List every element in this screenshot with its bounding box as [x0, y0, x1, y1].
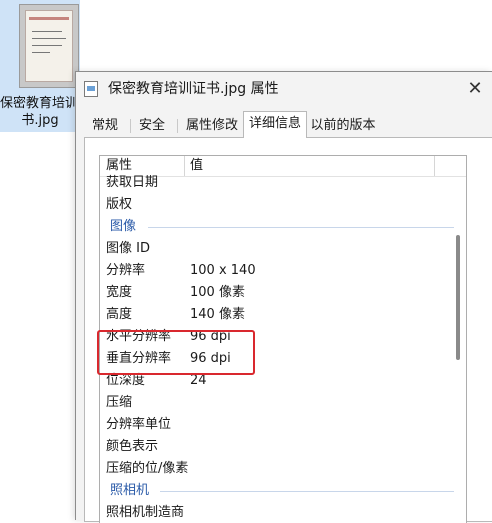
property-name: 图像 ID	[106, 241, 150, 256]
property-name: 版权	[106, 197, 133, 212]
property-name: 宽度	[106, 285, 133, 300]
file-name-line1: 保密教育培训证	[0, 96, 80, 111]
tab-previous-versions[interactable]: 以前的版本	[310, 115, 376, 137]
image-file-icon	[84, 81, 98, 97]
file-name-label: 保密教育培训证 书.jpg	[0, 95, 80, 129]
list-scrollbar[interactable]	[456, 235, 460, 360]
tab-attribute-modify[interactable]: 属性修改	[184, 115, 240, 137]
property-value: 140 像素	[190, 307, 245, 322]
property-value: 96 dpi	[190, 329, 231, 344]
dialog-titlebar[interactable]: 保密教育培训证书.jpg 属性 ✕	[76, 72, 492, 106]
list-item[interactable]: 宽度 100 像素	[100, 282, 466, 304]
list-item[interactable]: 水平分辨率 96 dpi	[100, 326, 466, 348]
property-name: 水平分辨率	[106, 329, 172, 344]
group-label: 照相机	[110, 483, 150, 498]
file-thumbnail	[19, 4, 79, 88]
property-name: 获取日期	[106, 175, 159, 190]
property-name: 照相机制造商	[106, 505, 185, 520]
tab-details[interactable]: 详细信息	[243, 111, 307, 138]
property-name: 颜色表示	[106, 439, 159, 454]
tab-general[interactable]: 常规	[90, 115, 120, 137]
list-item[interactable]: 垂直分辨率 96 dpi	[100, 348, 466, 370]
list-item[interactable]: 高度 140 像素	[100, 304, 466, 326]
property-value: 96 dpi	[190, 351, 231, 366]
list-item[interactable]: 分辨率单位	[100, 414, 466, 436]
list-item[interactable]: 图像 ID	[100, 238, 466, 260]
property-list[interactable]: 属性 值 获取日期 版权 图像 图像 ID 分辨率 100 x 140 宽度 1…	[99, 155, 467, 523]
property-value: 100 像素	[190, 285, 245, 300]
property-value: 24	[190, 373, 207, 388]
property-name: 位深度	[106, 373, 146, 388]
property-name: 高度	[106, 307, 133, 322]
desktop-file-item[interactable]: 保密教育培训证 书.jpg	[0, 0, 80, 132]
property-name: 压缩	[106, 395, 133, 410]
list-item[interactable]: 获取日期	[100, 172, 466, 194]
property-name: 垂直分辨率	[106, 351, 172, 366]
close-icon[interactable]: ✕	[462, 76, 488, 102]
list-item[interactable]: 压缩	[100, 392, 466, 414]
dialog-title: 保密教育培训证书.jpg 属性	[108, 81, 279, 97]
list-item[interactable]: 压缩的位/像素	[100, 458, 466, 480]
properties-dialog: 保密教育培训证书.jpg 属性 ✕ 常规 安全 属性修改 详细信息 以前的版本 …	[75, 71, 492, 523]
list-item[interactable]: 版权	[100, 194, 466, 216]
details-panel: 属性 值 获取日期 版权 图像 图像 ID 分辨率 100 x 140 宽度 1…	[84, 137, 492, 523]
property-value: 100 x 140	[190, 263, 256, 278]
tab-strip: 常规 安全 属性修改 详细信息 以前的版本	[84, 111, 492, 138]
list-item[interactable]: 颜色表示	[100, 436, 466, 458]
tab-security[interactable]: 安全	[137, 115, 167, 137]
list-item[interactable]: 位深度 24	[100, 370, 466, 392]
property-name: 分辨率单位	[106, 417, 172, 432]
property-name: 压缩的位/像素	[106, 461, 189, 476]
property-name: 分辨率	[106, 263, 146, 278]
group-header-image: 图像	[100, 216, 466, 238]
file-name-line2: 书.jpg	[21, 113, 59, 128]
group-label: 图像	[110, 219, 137, 234]
group-header-camera: 照相机	[100, 480, 466, 502]
list-item[interactable]: 分辨率 100 x 140	[100, 260, 466, 282]
